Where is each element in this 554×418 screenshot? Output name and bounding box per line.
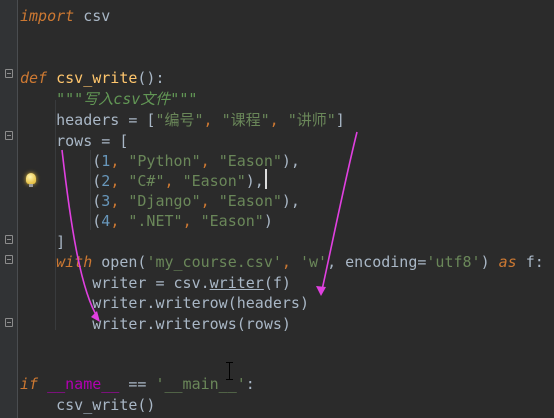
code-line-writerow[interactable]: writer.writerow(headers) [20, 293, 309, 313]
code-line-def[interactable]: def csv_write(): [20, 68, 165, 88]
code-line-rows-close[interactable]: ] [20, 232, 65, 252]
text-caret [265, 169, 267, 189]
docstring: """写入csv文件""" [56, 90, 198, 108]
code-line-writer[interactable]: writer = csv.writer(f) [20, 273, 291, 293]
gutter-divider [17, 0, 18, 418]
fold-with-end-icon[interactable] [5, 318, 13, 327]
code-line-row-4[interactable]: (4, ".NET", "Eason") [20, 211, 273, 231]
code-line-headers[interactable]: headers = ["编号", "课程", "讲师"] [20, 110, 345, 130]
fold-rows-icon[interactable] [5, 131, 13, 140]
code-line-call[interactable]: csv_write() [20, 395, 155, 415]
keyword: import [20, 7, 75, 25]
code-line-if-main[interactable]: if __name__ == '__main__': [20, 374, 255, 394]
code-line-row-2[interactable]: (2, "C#", "Eason"), [20, 171, 264, 191]
keyword: if [20, 375, 39, 393]
fold-def-icon[interactable] [5, 69, 13, 78]
editor-gutter [0, 0, 18, 418]
keyword: with [56, 253, 93, 271]
lightbulb-icon[interactable] [26, 173, 36, 187]
keyword: def [20, 69, 48, 87]
fold-with-icon[interactable] [5, 255, 13, 264]
code-line-docstring[interactable]: """写入csv文件""" [20, 89, 197, 109]
code-line-rows[interactable]: rows = [ [20, 131, 128, 151]
code-line-1[interactable]: import csv [20, 6, 110, 26]
fold-rows-end-icon[interactable] [5, 235, 13, 244]
function-name: csv_write [56, 69, 138, 87]
arrowhead-right-icon [316, 286, 326, 296]
code-line-writerows[interactable]: writer.writerows(rows) [20, 314, 291, 334]
mouse-ibeam-cursor-icon [226, 362, 233, 380]
code-line-row-3[interactable]: (3, "Django", "Eason"), [20, 191, 300, 211]
code-editor[interactable]: import csv def csv_write(): """写入csv文件""… [0, 0, 554, 418]
code-line-with[interactable]: with open('my_course.csv', 'w', encoding… [20, 252, 544, 272]
code-line-row-1[interactable]: (1, "Python", "Eason"), [20, 151, 300, 171]
